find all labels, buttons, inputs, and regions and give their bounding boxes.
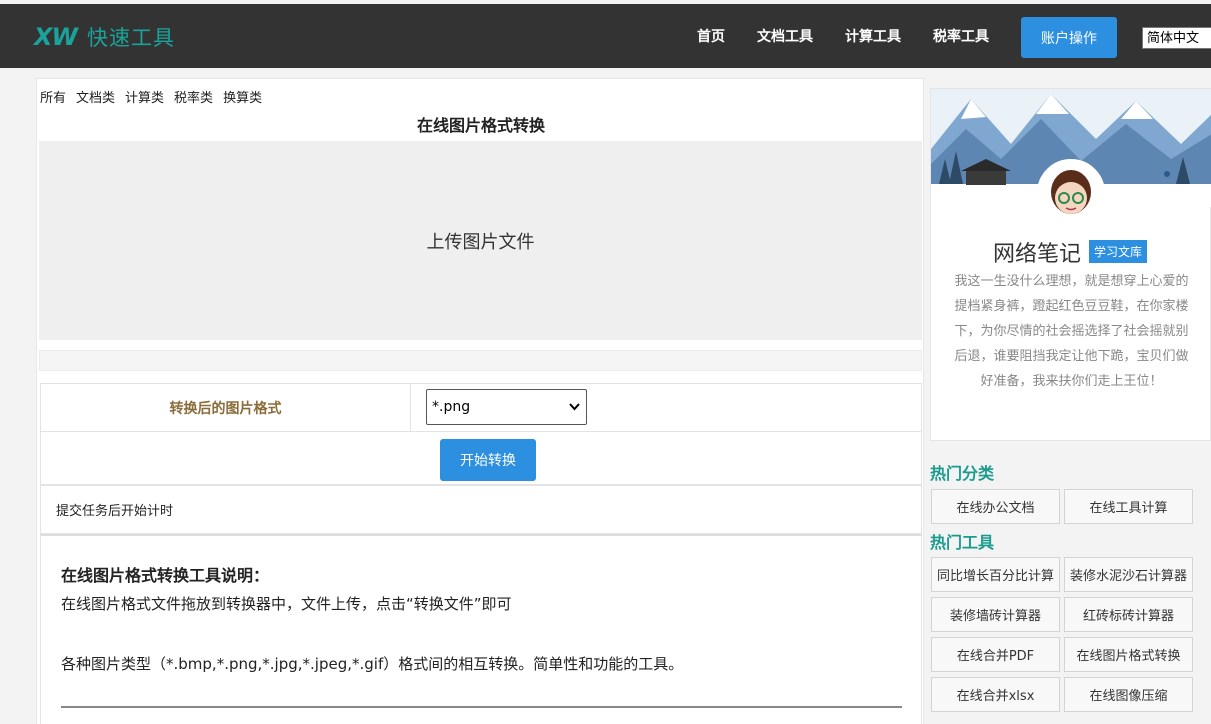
profile-bio: 我这一生没什么理想，就是想穿上心爱的提档紧身裤，蹬起红色豆豆鞋，在你家楼下，为你… [954, 274, 1189, 389]
account-button[interactable]: 账户操作 [1021, 17, 1117, 58]
format-value: *.png [432, 399, 471, 415]
hot-tool-image-convert[interactable]: 在线图片格式转换 [1064, 637, 1193, 672]
hot-tool-yoy-growth[interactable]: 同比增长百分比计算 [931, 557, 1060, 592]
format-row: 转换后的图片格式 *.png [40, 383, 922, 432]
description-line-1: 在线图片格式文件拖放到转换器中，文件上传，点击“转换文件”即可 [61, 595, 512, 613]
timer-status: 提交任务后开始计时 [40, 485, 922, 534]
page-title: 在线图片格式转换 [416, 116, 545, 135]
top-navbar: XW 快速工具 首页 文档工具 计算工具 税率工具 账户操作 简体中文 [0, 4, 1211, 68]
hot-tools-title: 热门工具 [930, 533, 995, 552]
description-title: 在线图片格式转换工具说明： [61, 566, 270, 585]
nav-calc-tools[interactable]: 计算工具 [845, 26, 901, 46]
description-box: 在线图片格式转换工具说明： 在线图片格式文件拖放到转换器中，文件上传，点击“转换… [40, 534, 922, 724]
profile-card: 网络笔记 学习文库 我这一生没什么理想，就是想穿上心爱的提档紧身裤，蹬起红色豆豆… [930, 88, 1211, 441]
progress-bar [39, 350, 922, 371]
format-label: 转换后的图片格式 [41, 384, 411, 431]
convert-row: 开始转换 [40, 432, 922, 485]
avatar [1037, 159, 1105, 227]
hot-tool-cement-sand[interactable]: 装修水泥沙石计算器 [1064, 557, 1193, 592]
category-calc[interactable]: 计算类 [125, 87, 164, 106]
logo-text: 快速工具 [86, 26, 175, 50]
hot-category-calc-tools[interactable]: 在线工具计算 [1064, 489, 1193, 524]
main-panel: 所有 文档类 计算类 税率类 换算类 在线图片格式转换 上传图片文件 转换后的图… [36, 78, 924, 724]
logo-mark: XW [34, 23, 78, 51]
hot-tool-merge-xlsx[interactable]: 在线合并xlsx [931, 677, 1060, 712]
nav-home[interactable]: 首页 [697, 26, 725, 46]
language-select[interactable]: 简体中文 [1142, 27, 1211, 49]
divider [61, 706, 902, 708]
category-docs[interactable]: 文档类 [76, 87, 115, 106]
hot-tool-merge-pdf[interactable]: 在线合并PDF [931, 637, 1060, 672]
hot-tool-image-compress[interactable]: 在线图像压缩 [1064, 677, 1193, 712]
hot-tool-red-brick[interactable]: 红砖标砖计算器 [1064, 597, 1193, 632]
chevron-down-icon [569, 390, 580, 437]
nav-doc-tools[interactable]: 文档工具 [757, 26, 813, 46]
upload-label: 上传图片文件 [426, 231, 535, 253]
category-filter: 所有 文档类 计算类 税率类 换算类 [40, 87, 262, 106]
language-value: 简体中文 [1147, 31, 1200, 46]
hot-category-office-docs[interactable]: 在线办公文档 [931, 489, 1060, 524]
hot-tool-wall-tile[interactable]: 装修墙砖计算器 [931, 597, 1060, 632]
nav-tax-tools[interactable]: 税率工具 [933, 26, 989, 46]
upload-dropzone[interactable]: 上传图片文件 [39, 141, 922, 340]
start-convert-button[interactable]: 开始转换 [440, 439, 536, 481]
profile-name: 网络笔记 [993, 242, 1082, 267]
profile-badge[interactable]: 学习文库 [1089, 240, 1148, 263]
category-convert[interactable]: 换算类 [223, 87, 262, 106]
description-line-2: 各种图片类型（*.bmp,*.png,*.jpg,*.jpeg,*.gif）格式… [61, 655, 684, 673]
hot-categories-title: 热门分类 [930, 464, 995, 483]
format-cell: *.png [411, 384, 921, 431]
site-logo[interactable]: XW 快速工具 [34, 22, 175, 52]
category-tax[interactable]: 税率类 [174, 87, 213, 106]
category-all[interactable]: 所有 [40, 87, 66, 106]
format-select[interactable]: *.png [426, 389, 587, 425]
